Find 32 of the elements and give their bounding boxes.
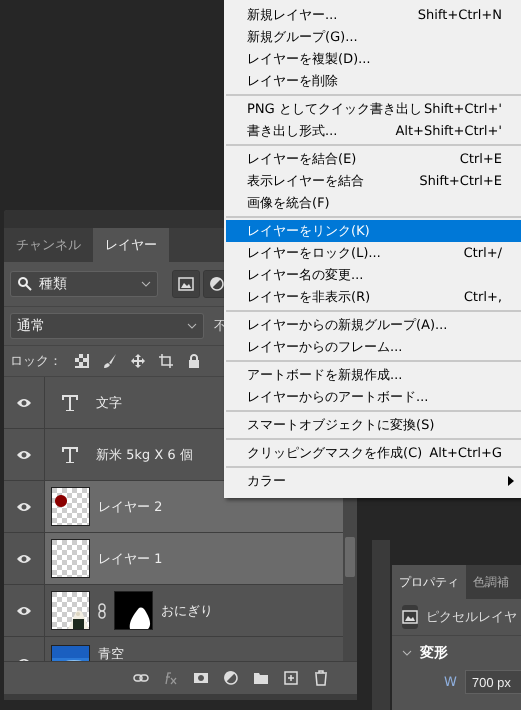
layer-name: 新米 5kg X 6 個 xyxy=(96,446,193,464)
layer-name: おにぎり xyxy=(161,602,213,620)
menu-item[interactable]: レイヤーを複製(D)... xyxy=(226,48,521,70)
layer-name: レイヤー 1 xyxy=(98,550,162,568)
panel-tab[interactable]: チャンネル xyxy=(4,228,93,262)
menu-item[interactable]: 表示レイヤーを結合 Shift+Ctrl+E xyxy=(226,170,521,192)
menu-item[interactable]: レイヤーからの新規グループ(A)... xyxy=(226,314,521,336)
menu-item[interactable]: レイヤーをリンク(K) xyxy=(226,220,521,242)
menu-item[interactable]: レイヤー名の変更... xyxy=(226,264,521,286)
menu-item[interactable]: 新規レイヤー... Shift+Ctrl+N xyxy=(226,4,521,26)
layer-type-label: ピクセルレイヤ xyxy=(426,609,517,626)
menu-item[interactable]: レイヤーを非表示(R) Ctrl+, xyxy=(226,286,521,308)
width-field[interactable]: 700 px xyxy=(464,670,521,694)
menu-item[interactable]: 画像を統合(F) xyxy=(226,192,521,214)
filter-dropdown[interactable]: 種類 xyxy=(10,271,158,297)
blend-mode-dropdown[interactable]: 通常 xyxy=(10,313,204,339)
width-label: W xyxy=(444,674,457,690)
section-title: 変形 xyxy=(420,644,448,662)
menu-item[interactable]: レイヤーを結合(E) Ctrl+E xyxy=(226,148,521,170)
menu-item[interactable]: レイヤーを削除 xyxy=(226,70,521,92)
menu-item[interactable]: レイヤーからのフレーム... xyxy=(226,336,521,358)
layer-name: 青空 xyxy=(98,646,124,661)
layer-name: 文字 xyxy=(96,394,122,412)
panel-tab[interactable]: 色調補 xyxy=(466,565,516,599)
panel-tab[interactable]: プロパティ xyxy=(392,565,466,599)
layer-name: レイヤー 2 xyxy=(98,498,162,516)
menu-item[interactable]: 書き出し形式... Alt+Shift+Ctrl+' xyxy=(226,120,521,142)
panel-tab[interactable]: レイヤー xyxy=(93,228,169,262)
menu-item[interactable]: PNG としてクイック書き出し Shift+Ctrl+' xyxy=(226,98,521,120)
lock-label: ロック： xyxy=(10,353,62,370)
menu-item[interactable]: レイヤーをロック(L)... Ctrl+/ xyxy=(226,242,521,264)
menu-item[interactable]: 新規グループ(G)... xyxy=(226,26,521,48)
